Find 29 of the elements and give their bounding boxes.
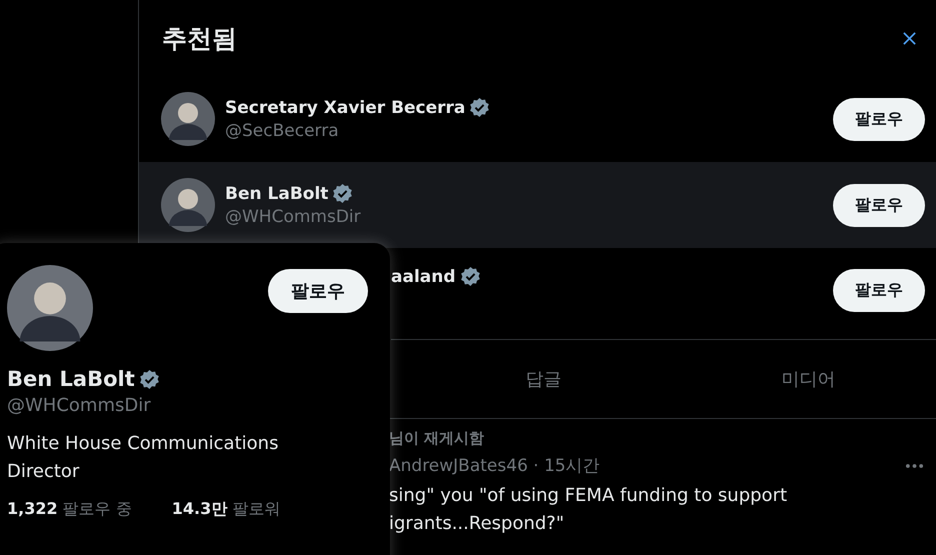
follow-stat[interactable]: 1,322 팔로우 중: [7, 499, 132, 520]
profile-tab[interactable]: 미디어: [676, 340, 936, 418]
post-text: igrants...Respond?": [389, 512, 564, 536]
follow-button[interactable]: 팔로우: [833, 98, 925, 140]
section-title: 추천됨: [162, 22, 237, 54]
follow-button[interactable]: 팔로우: [833, 269, 925, 312]
repost-label: 님이 재게시함: [389, 429, 484, 448]
follow-stat[interactable]: 14.3만 팔로워: [172, 499, 280, 520]
avatar-icon: [7, 265, 93, 351]
post-meta: AndrewJBates46 · 15시간: [389, 455, 600, 477]
profile-tab[interactable]: 답글: [411, 340, 676, 418]
user-name[interactable]: Ben LaBolt: [225, 184, 328, 204]
user-name[interactable]: Secretary Xavier Becerra: [225, 98, 466, 118]
more-options-icon[interactable]: [905, 462, 924, 468]
user-name[interactable]: aaland: [391, 266, 456, 286]
follow-button[interactable]: 팔로우: [268, 269, 368, 313]
follow-button[interactable]: 팔로우: [833, 184, 925, 226]
user-handle: @WHCommsDir: [225, 207, 362, 227]
avatar-icon: [161, 178, 215, 232]
user-handle: @SecBecerra: [225, 121, 340, 141]
suggestion-row[interactable]: aaland 팔로우: [391, 248, 936, 340]
user-name[interactable]: Ben LaBolt: [7, 367, 135, 391]
suggestion-row[interactable]: Ben LaBolt @WHCommsDir 팔로우: [139, 162, 936, 248]
post-text: sing" you "of using FEMA funding to support: [389, 484, 788, 508]
user-handle: @WHCommsDir: [7, 395, 152, 416]
close-icon[interactable]: [902, 30, 917, 46]
user-bio: White House Communications Director: [7, 432, 280, 484]
avatar-icon: [161, 92, 215, 146]
suggestion-row[interactable]: Secretary Xavier Becerra @SecBecerra 팔로우: [139, 76, 936, 162]
